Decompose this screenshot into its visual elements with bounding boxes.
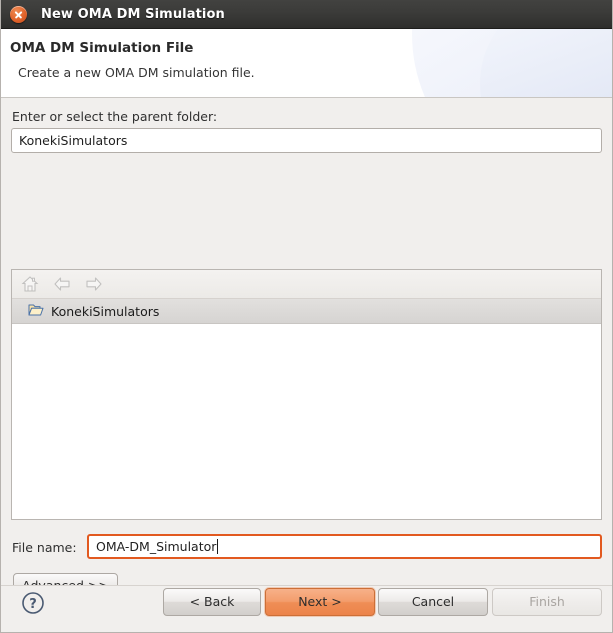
page-title: OMA DM Simulation File bbox=[10, 40, 194, 56]
close-icon[interactable] bbox=[10, 5, 27, 23]
header-decoration-inner bbox=[480, 29, 612, 97]
parent-folder-label: Enter or select the parent folder: bbox=[12, 109, 218, 124]
home-icon[interactable] bbox=[21, 275, 39, 293]
text-cursor bbox=[217, 539, 219, 554]
next-button[interactable]: Next > bbox=[265, 588, 375, 616]
window-title: New OMA DM Simulation bbox=[41, 6, 225, 22]
file-name-value: OMA-DM_Simulator bbox=[96, 539, 217, 554]
file-name-input[interactable]: OMA-DM_Simulator bbox=[87, 534, 602, 559]
finish-button: Finish bbox=[492, 588, 602, 616]
cancel-button[interactable]: Cancel bbox=[378, 588, 488, 616]
back-arrow-icon[interactable] bbox=[53, 275, 71, 293]
parent-folder-value: KonekiSimulators bbox=[19, 133, 128, 148]
browser-toolbar bbox=[12, 270, 601, 299]
list-item-label: KonekiSimulators bbox=[51, 303, 160, 319]
dialog-body: Enter or select the parent folder: Konek… bbox=[1, 98, 612, 600]
parent-folder-input[interactable]: KonekiSimulators bbox=[11, 128, 602, 153]
wizard-header: OMA DM Simulation File Create a new OMA … bbox=[1, 29, 612, 98]
open-folder-icon bbox=[28, 302, 44, 321]
title-bar: New OMA DM Simulation bbox=[1, 0, 612, 29]
next-button-label: Next > bbox=[298, 593, 342, 609]
dialog-window: New OMA DM Simulation OMA DM Simulation … bbox=[0, 0, 613, 633]
folder-browser-panel: KonekiSimulators bbox=[11, 269, 602, 520]
list-item[interactable]: KonekiSimulators bbox=[12, 299, 601, 324]
forward-arrow-icon[interactable] bbox=[85, 275, 103, 293]
file-name-label: File name: bbox=[12, 540, 77, 555]
svg-text:?: ? bbox=[29, 597, 37, 612]
page-subtitle: Create a new OMA DM simulation file. bbox=[18, 65, 255, 80]
folder-list: KonekiSimulators bbox=[12, 299, 601, 519]
finish-button-label: Finish bbox=[529, 593, 565, 609]
back-button-label: < Back bbox=[189, 593, 235, 609]
help-icon[interactable]: ? bbox=[21, 591, 45, 615]
cancel-button-label: Cancel bbox=[411, 593, 455, 609]
back-button[interactable]: < Back bbox=[163, 588, 261, 616]
